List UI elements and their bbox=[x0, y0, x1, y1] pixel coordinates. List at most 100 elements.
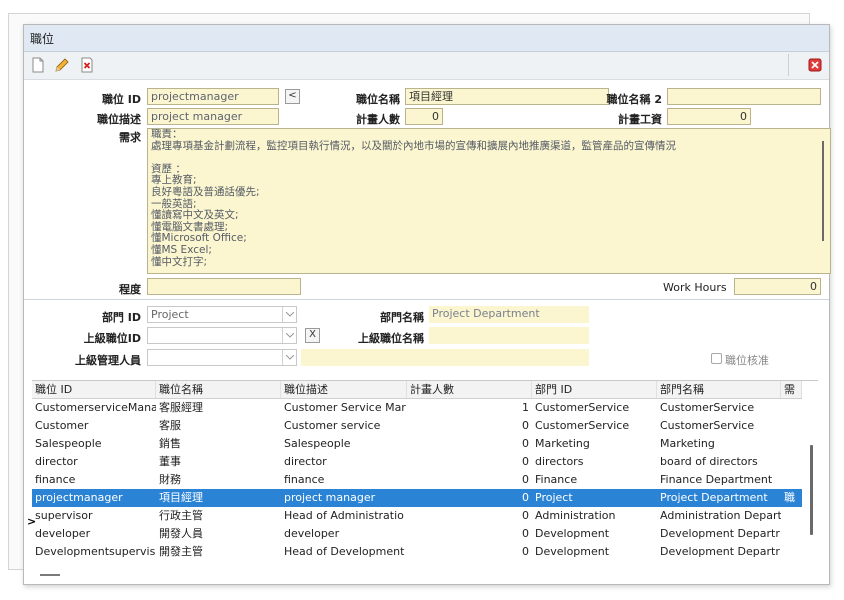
cell-headcount: 0 bbox=[522, 527, 529, 540]
clear-button[interactable]: X bbox=[305, 328, 320, 343]
dept-id-label: 部門 ID bbox=[101, 311, 141, 324]
toolbar bbox=[24, 52, 829, 80]
cell-dept-id: Project bbox=[535, 491, 573, 504]
cell-requirement bbox=[781, 507, 802, 525]
position-id-field[interactable]: projectmanager bbox=[147, 88, 279, 105]
grid-horizontal-scrollbar[interactable] bbox=[40, 574, 60, 576]
requirement-text: 職責： 處理專項基金計劃流程，監控項目執行情況，以及關於內地市場的宣傳和擴展內地推… bbox=[148, 129, 830, 268]
cell-dept-id: Development bbox=[535, 545, 610, 558]
manager-label: 上級管理人員 bbox=[75, 354, 141, 367]
position-id-label: 職位 ID bbox=[101, 93, 141, 106]
row-indicator-icon: > bbox=[27, 515, 37, 528]
requirement-line: 懂MS Excel; bbox=[151, 243, 212, 256]
position-window: 職位 職位 ID projectmanager < 職位名稱 項目經理 職位名稱… bbox=[23, 24, 831, 585]
cell-requirement bbox=[781, 543, 802, 561]
salary-field[interactable]: 0 bbox=[667, 108, 751, 125]
dept-id-select[interactable]: Project bbox=[147, 306, 297, 323]
form-divider bbox=[24, 299, 829, 300]
cell-position-name: 銷售 bbox=[159, 437, 181, 450]
cell-description: director bbox=[284, 455, 327, 468]
col-header-headcount[interactable]: 計畫人數 bbox=[407, 381, 532, 398]
cell-dept-name: Development Departr bbox=[660, 527, 780, 540]
close-icon[interactable] bbox=[807, 57, 823, 73]
cell-dept-name: CustomerService bbox=[660, 401, 755, 414]
memo-scrollbar[interactable] bbox=[822, 141, 824, 241]
requirement-label: 需求 bbox=[119, 131, 141, 144]
cell-position-name: 項目經理 bbox=[159, 491, 203, 504]
cell-position-id: Salespeople bbox=[35, 437, 102, 450]
col-header-description[interactable]: 職位描述 bbox=[281, 381, 407, 398]
col-header-position-id[interactable]: 職位 ID bbox=[32, 381, 156, 398]
grid-vertical-scrollbar[interactable] bbox=[810, 445, 813, 535]
requirement-line: 懂電腦文書處理; bbox=[151, 220, 229, 233]
cell-position-id: finance bbox=[35, 473, 76, 486]
cell-position-id: director bbox=[35, 455, 78, 468]
parent-name-label: 上級職位名稱 bbox=[358, 332, 424, 345]
level-field[interactable] bbox=[147, 278, 301, 295]
table-row[interactable]: developer 開發人員 developer 0 Development Develo… bbox=[32, 525, 802, 543]
cell-position-id: Customer bbox=[35, 419, 89, 432]
toolbar-separator bbox=[788, 54, 789, 76]
cell-headcount: 1 bbox=[522, 401, 529, 414]
col-header-dept-id[interactable]: 部門 ID bbox=[532, 381, 657, 398]
col-header-requirement[interactable]: 需 bbox=[781, 381, 802, 398]
table-row[interactable]: projectmanager 項目經理 project manager 0 Projec… bbox=[32, 489, 802, 507]
table-row[interactable]: CustomerserviceMana 客服經理 Customer Service … bbox=[32, 399, 802, 417]
headcount-field[interactable]: 0 bbox=[405, 108, 443, 125]
cell-dept-name: CustomerService bbox=[660, 419, 755, 432]
col-header-position-name[interactable]: 職位名稱 bbox=[156, 381, 281, 398]
description-field[interactable]: project manager bbox=[147, 108, 279, 125]
chevron-down-icon[interactable] bbox=[282, 350, 297, 365]
table-row[interactable]: finance 財務 finance 0 Finance Finance Departme… bbox=[32, 471, 802, 489]
pencil-icon[interactable] bbox=[54, 57, 70, 73]
cell-requirement bbox=[781, 471, 802, 489]
requirement-memo[interactable]: 職責： 處理專項基金計劃流程，監控項目執行情況，以及關於內地市場的宣傳和擴展內地推… bbox=[147, 128, 831, 274]
cell-description: project manager bbox=[284, 491, 376, 504]
cell-description: Head of Development bbox=[284, 545, 405, 558]
headcount-label: 計畫人數 bbox=[356, 113, 400, 126]
cell-dept-name: Administration Depart bbox=[660, 509, 781, 522]
cell-dept-name: Marketing bbox=[660, 437, 715, 450]
lookup-button[interactable]: < bbox=[285, 89, 300, 104]
manager-select[interactable] bbox=[147, 349, 297, 366]
cell-dept-id: Finance bbox=[535, 473, 578, 486]
cell-dept-id: Administration bbox=[535, 509, 616, 522]
table-row[interactable]: supervisor 行政主管 Head of Administratio 0 Admi… bbox=[32, 507, 802, 525]
cell-description: Customer Service Mar bbox=[284, 401, 406, 414]
position-name-field[interactable]: 項目經理 bbox=[405, 88, 609, 105]
requirement-line: 懂Microsoft Office; bbox=[151, 232, 247, 245]
dept-name-label: 部門名稱 bbox=[380, 311, 424, 324]
chevron-down-icon[interactable] bbox=[282, 328, 297, 343]
table-row[interactable]: director 董事 director 0 directors board of dir… bbox=[32, 453, 802, 471]
table-row[interactable]: Developmentsupervis 開發主管 Head of Developme… bbox=[32, 543, 802, 561]
cell-position-id: Developmentsupervis bbox=[35, 545, 156, 558]
cell-headcount: 0 bbox=[522, 455, 529, 468]
position-name2-field[interactable] bbox=[667, 88, 821, 105]
cell-position-name: 財務 bbox=[159, 473, 181, 486]
parent-position-select[interactable] bbox=[147, 327, 297, 344]
requirement-line bbox=[148, 152, 830, 164]
requirement-line: 處理專項基金計劃流程，監控項目執行情況，以及關於內地市場的宣傳和擴展內地推廣渠道… bbox=[151, 139, 676, 152]
parent-name-field bbox=[429, 327, 589, 344]
cell-dept-name: board of directors bbox=[660, 455, 758, 468]
position-name2-label: 職位名稱 2 bbox=[606, 93, 662, 106]
requirement-line: 職責： bbox=[151, 128, 183, 140]
cell-dept-name: Finance Department bbox=[660, 473, 773, 486]
cell-position-id: supervisor bbox=[35, 509, 93, 522]
cell-headcount: 0 bbox=[522, 437, 529, 450]
delete-icon[interactable] bbox=[79, 57, 95, 73]
cell-dept-name: Project Department bbox=[660, 491, 768, 504]
chevron-down-icon[interactable] bbox=[282, 307, 297, 322]
dept-name-field: Project Department bbox=[429, 306, 589, 323]
table-row[interactable]: Customer 客服 Customer service 0 CustomerServi… bbox=[32, 417, 802, 435]
work-hours-label: Work Hours bbox=[663, 281, 727, 294]
cell-position-name: 董事 bbox=[159, 455, 181, 468]
col-header-dept-name[interactable]: 部門名稱 bbox=[657, 381, 781, 398]
approved-checkbox[interactable] bbox=[711, 353, 722, 364]
table-row[interactable]: Salespeople 銷售 Salespeople 0 Marketing Market… bbox=[32, 435, 802, 453]
cell-headcount: 0 bbox=[522, 545, 529, 558]
new-document-icon[interactable] bbox=[30, 57, 46, 73]
requirement-line: 懂讀寫中文及英文; bbox=[151, 209, 239, 222]
cell-description: Customer service bbox=[284, 419, 381, 432]
work-hours-field[interactable]: 0 bbox=[734, 278, 821, 295]
